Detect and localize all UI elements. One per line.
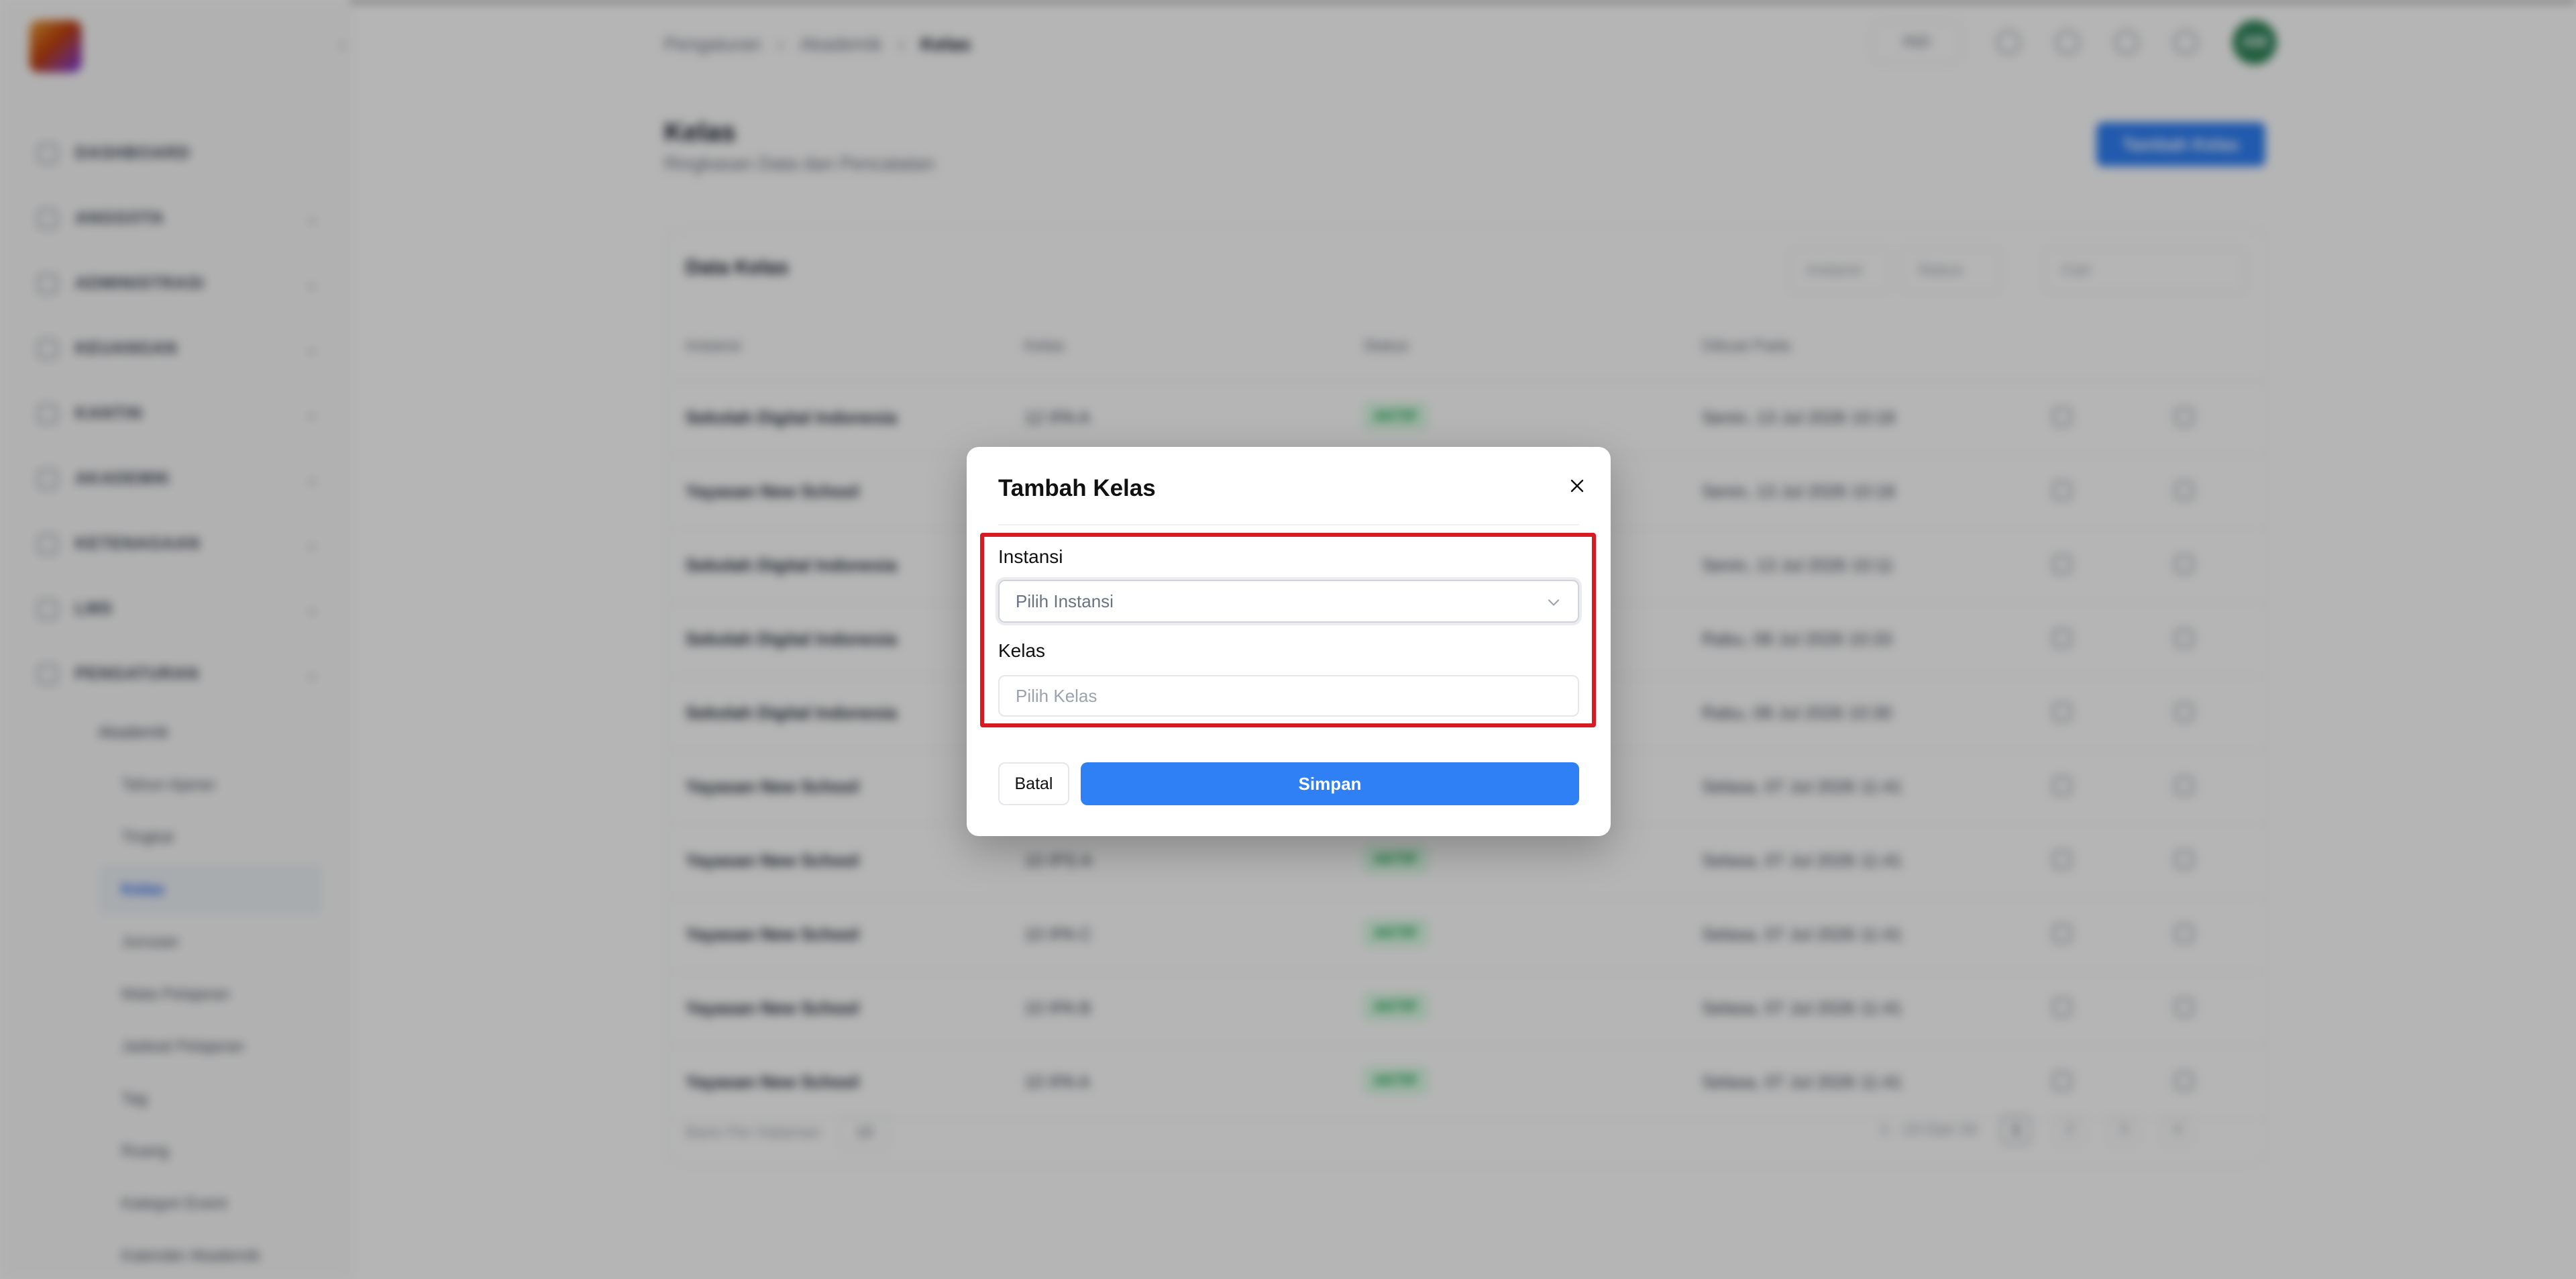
- kelas-label: Kelas: [998, 640, 1046, 661]
- cancel-button[interactable]: Batal: [998, 762, 1069, 805]
- instansi-select-placeholder: Pilih Instansi: [1016, 591, 1114, 611]
- close-icon: [1570, 479, 1584, 493]
- modal-divider: [998, 524, 1579, 525]
- save-button[interactable]: Simpan: [1081, 762, 1579, 805]
- instansi-select[interactable]: Pilih Instansi: [998, 580, 1579, 623]
- chevron-down-icon: [1548, 599, 1560, 606]
- kelas-input[interactable]: [998, 675, 1579, 717]
- close-button[interactable]: [1562, 471, 1592, 501]
- instansi-label: Instansi: [998, 546, 1063, 567]
- modal-title: Tambah Kelas: [998, 475, 1156, 501]
- add-class-modal: Tambah Kelas Instansi Pilih Instansi Kel…: [967, 447, 1611, 836]
